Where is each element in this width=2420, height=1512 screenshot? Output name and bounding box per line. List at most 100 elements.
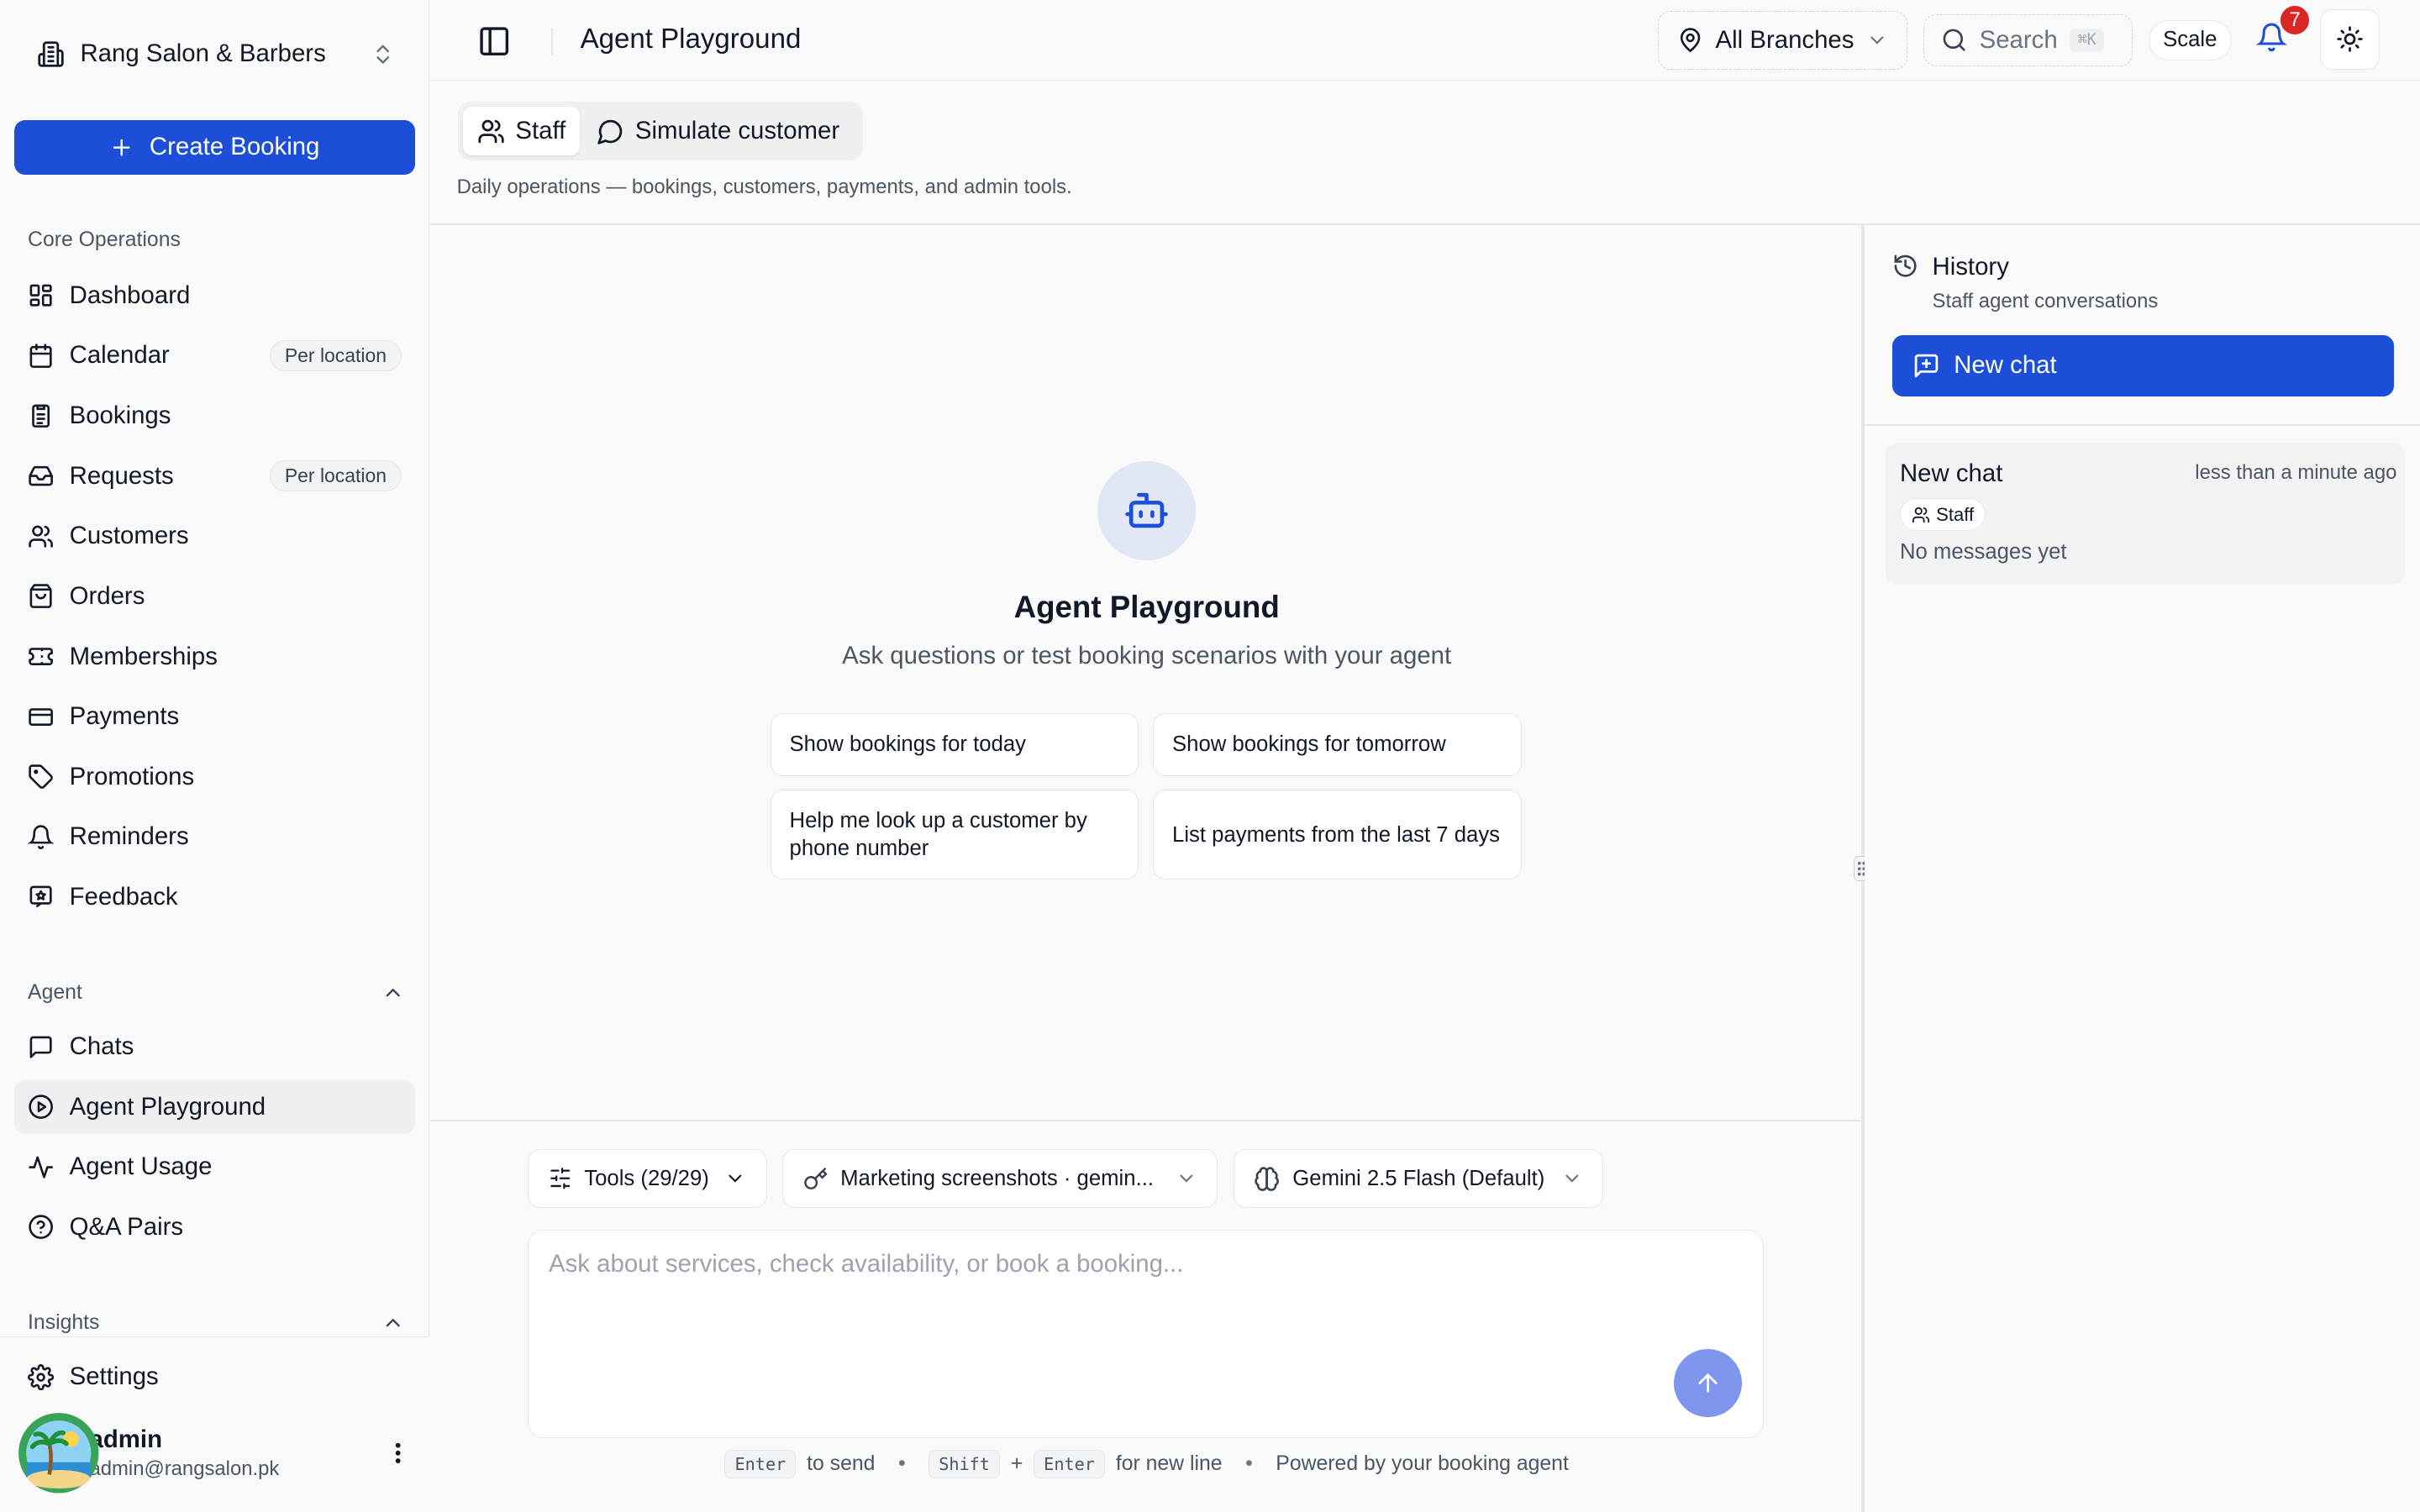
- gear-icon: [28, 1363, 55, 1390]
- message-input[interactable]: [549, 1246, 1629, 1284]
- message-circle-icon: [597, 119, 623, 144]
- conversation-time: less than a minute ago: [2195, 461, 2397, 485]
- sun-icon: [2337, 26, 2363, 52]
- empty-state-subtitle: Ask questions or test booking scenarios …: [842, 642, 1452, 670]
- per-location-badge: Per location: [270, 460, 402, 491]
- insights-section-label[interactable]: Insights: [28, 1311, 404, 1335]
- create-booking-label: Create Booking: [149, 133, 320, 161]
- sidebar-item-calendar[interactable]: Calendar Per location: [14, 328, 416, 382]
- sidebar-item-requests[interactable]: Requests Per location: [14, 449, 416, 502]
- users-icon: [477, 119, 504, 143]
- avatar: [18, 1413, 99, 1494]
- search-shortcut: ⌘K: [2070, 28, 2104, 52]
- sidebar-item-label: Settings: [69, 1362, 159, 1391]
- theme-toggle[interactable]: [2319, 9, 2381, 70]
- conversation-preview: No messages yet: [1899, 539, 2067, 564]
- user-name: admin: [89, 1425, 163, 1454]
- top-bar: Agent Playground All Branches Search ⌘K …: [430, 0, 2420, 81]
- credit-card-icon: [29, 707, 53, 726]
- tag-icon: [29, 764, 53, 790]
- tab-simulate-customer[interactable]: Simulate customer: [582, 107, 853, 156]
- mode-description: Daily operations — bookings, customers, …: [456, 176, 1072, 199]
- model-dropdown[interactable]: Gemini 2.5 Flash (Default): [1233, 1149, 1604, 1209]
- sidebar-item-payments[interactable]: Payments: [14, 690, 416, 743]
- new-chat-button[interactable]: New chat: [1891, 334, 2394, 396]
- create-booking-button[interactable]: Create Booking: [13, 120, 416, 175]
- model-label: Gemini 2.5 Flash (Default): [1292, 1166, 1545, 1190]
- notification-count-badge: 7: [2277, 3, 2312, 38]
- inbox-icon: [29, 465, 53, 486]
- shopping-bag-icon: [29, 584, 52, 609]
- user-meta: admin admin@rangsalon.pk: [90, 1425, 383, 1481]
- feedback-icon: [29, 886, 52, 908]
- separator-dot: •: [1245, 1452, 1253, 1476]
- user-menu[interactable]: admin admin@rangsalon.pk: [18, 1413, 413, 1494]
- sidebar-item-agent-playground[interactable]: Agent Playground: [13, 1079, 416, 1134]
- history-panel: History Staff agent conversations New ch…: [1864, 225, 2420, 1512]
- more-vertical-icon[interactable]: [383, 1431, 414, 1477]
- empty-state-title: Agent Playground: [1013, 589, 1280, 624]
- hint-text: for new line: [1115, 1452, 1223, 1476]
- conversation-item[interactable]: New chat less than a minute ago Staff No…: [1886, 443, 2405, 585]
- sidebar-item-bookings[interactable]: Bookings: [14, 389, 416, 443]
- sidebar-item-settings[interactable]: Settings: [14, 1350, 416, 1404]
- powered-by-text: Powered by your booking agent: [1276, 1452, 1569, 1476]
- composer-hint: Enter to send • Shift + Enter for new li…: [430, 1450, 1862, 1478]
- tab-staff[interactable]: Staff: [462, 106, 580, 156]
- sidebar-item-promotions[interactable]: Promotions: [14, 750, 416, 804]
- suggestion-button[interactable]: Help me look up a customer by phone numb…: [770, 790, 1139, 879]
- sidebar-item-label: Chats: [69, 1032, 134, 1061]
- tools-dropdown[interactable]: Tools (29/29): [528, 1149, 767, 1209]
- core-operations-label: Core Operations: [28, 228, 181, 251]
- activity-icon: [29, 1156, 53, 1179]
- branch-selector[interactable]: All Branches: [1657, 10, 1908, 70]
- tools-label: Tools (29/29): [584, 1166, 709, 1190]
- agent-section-label[interactable]: Agent: [28, 981, 404, 1005]
- shift-key: Shift: [929, 1450, 1000, 1478]
- sidebar-item-reminders[interactable]: Reminders: [14, 810, 416, 864]
- search-label: Search: [1979, 25, 2058, 54]
- sidebar-item-label: Requests: [69, 461, 174, 490]
- history-subtitle: Staff agent conversations: [1932, 290, 2159, 313]
- help-circle-icon: [29, 1215, 53, 1240]
- send-button[interactable]: [1673, 1349, 1742, 1418]
- api-key-dropdown[interactable]: Marketing screenshots · gemin...: [782, 1149, 1218, 1209]
- map-pin-icon: [1680, 28, 1700, 53]
- sidebar-item-label: Feedback: [69, 883, 178, 911]
- chevron-down-icon: [1870, 36, 1884, 45]
- brain-icon: [1255, 1166, 1280, 1191]
- sidebar-item-label: Bookings: [69, 401, 171, 429]
- sidebar-item-label: Calendar: [69, 341, 170, 370]
- search-button[interactable]: Search ⌘K: [1923, 13, 2133, 66]
- sidebar-item-qa-pairs[interactable]: Q&A Pairs: [14, 1200, 416, 1254]
- sliders-icon: [550, 1168, 571, 1189]
- bell-icon: [28, 825, 55, 849]
- sidebar-item-label: Agent Playground: [69, 1092, 266, 1121]
- tab-label: Simulate customer: [634, 117, 840, 145]
- enter-key: Enter: [724, 1450, 797, 1478]
- mode-tabs: Staff Simulate customer: [458, 102, 863, 160]
- sidebar-item-orders[interactable]: Orders: [14, 570, 416, 623]
- sidebar-item-memberships[interactable]: Memberships: [14, 629, 416, 683]
- sidebar-item-dashboard[interactable]: Dashboard: [14, 269, 416, 323]
- hint-text: to send: [807, 1452, 876, 1476]
- history-header: History: [1892, 253, 2009, 281]
- chevrons-up-down-icon: [376, 45, 389, 64]
- suggestion-button[interactable]: List payments from the last 7 days: [1153, 790, 1522, 879]
- sidebar-item-agent-usage[interactable]: Agent Usage: [14, 1140, 416, 1194]
- sidebar-toggle-icon[interactable]: [477, 24, 511, 58]
- conversation-tag-label: Staff: [1936, 503, 1975, 525]
- sidebar-item-feedback[interactable]: Feedback: [14, 870, 416, 924]
- suggestion-button[interactable]: Show bookings for tomorrow: [1153, 712, 1522, 776]
- page-title: Agent Playground: [580, 23, 802, 55]
- chevron-up-icon: [386, 989, 400, 997]
- org-switcher[interactable]: Rang Salon & Barbers: [24, 28, 404, 80]
- sidebar-item-chats[interactable]: Chats: [14, 1020, 416, 1074]
- key-icon: [804, 1167, 828, 1189]
- sidebar-item-label: Agent Usage: [69, 1152, 213, 1181]
- sidebar-item-customers[interactable]: Customers: [14, 509, 416, 563]
- plan-scale-badge[interactable]: Scale: [2148, 19, 2232, 60]
- suggestion-button[interactable]: Show bookings for today: [770, 712, 1139, 776]
- hint-plus: +: [1010, 1452, 1023, 1476]
- enter-key: Enter: [1034, 1450, 1105, 1478]
